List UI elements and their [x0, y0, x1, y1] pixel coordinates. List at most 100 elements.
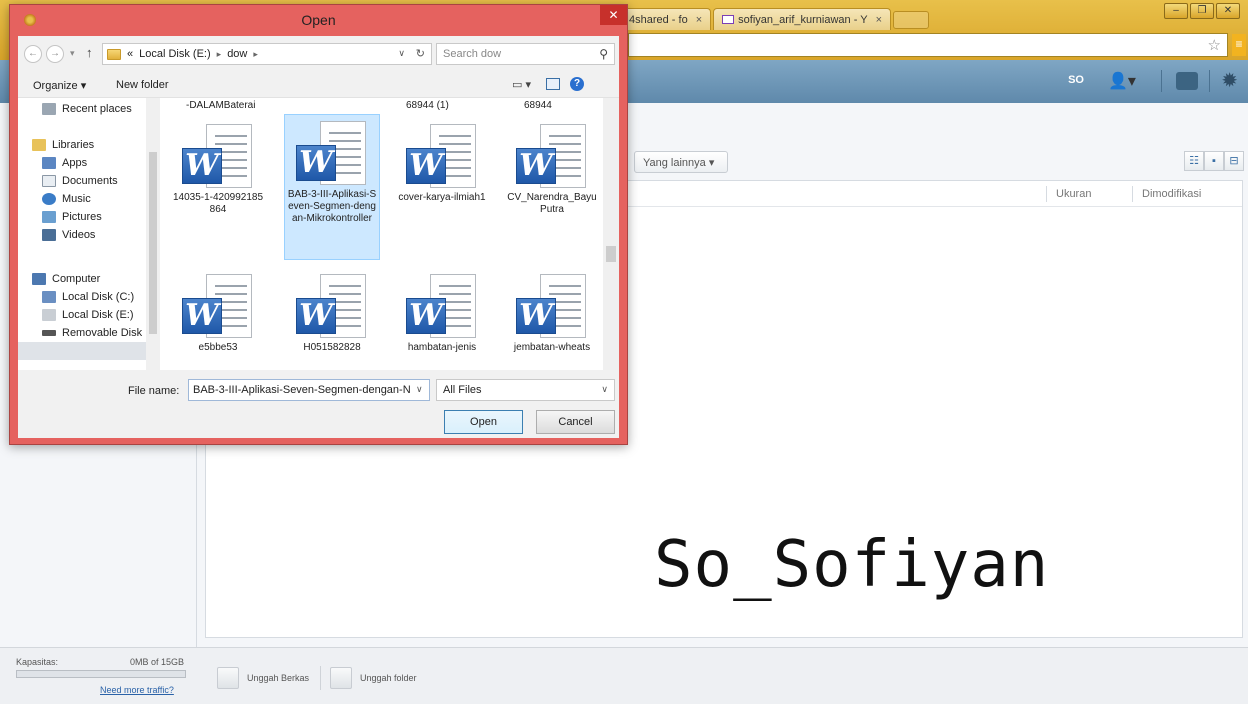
apps-icon: [42, 157, 56, 169]
tab-close-icon[interactable]: ×: [876, 14, 882, 26]
upload-file-label: Unggah Berkas: [247, 673, 310, 683]
list-view-icon[interactable]: ☷: [1184, 151, 1204, 171]
nav-libraries[interactable]: Libraries: [32, 136, 94, 154]
nav-label: Computer: [52, 273, 101, 285]
breadcrumb-local-disk-e[interactable]: Local Disk (E:): [139, 48, 211, 60]
search-icon[interactable]: ⚲: [599, 47, 608, 61]
nav-local-disk-e[interactable]: Local Disk (E:): [42, 306, 134, 324]
drive-e-icon: [42, 309, 56, 321]
file-item[interactable]: W e5bbe53: [170, 268, 266, 354]
nav-local-disk-c[interactable]: Local Disk (C:): [42, 288, 134, 306]
back-arrow-icon[interactable]: ←: [24, 45, 42, 63]
upload-folder-button[interactable]: Unggah folder: [330, 665, 417, 691]
refresh-icon[interactable]: ↻: [416, 47, 425, 60]
capacity-value: 0MB of 15GB: [129, 657, 184, 667]
breadcrumb-chevron-icon[interactable]: ▸: [217, 49, 222, 60]
tab-close-icon[interactable]: ×: [696, 14, 702, 26]
nav-apps[interactable]: Apps: [42, 154, 87, 172]
forward-arrow-icon[interactable]: →: [46, 45, 64, 63]
drive-c-icon: [42, 291, 56, 303]
file-item[interactable]: W hambatan-jenis: [394, 268, 490, 354]
capacity-bar: [16, 670, 186, 678]
up-arrow-icon[interactable]: ↑: [86, 45, 93, 60]
search-input[interactable]: Search dow ⚲: [436, 43, 615, 65]
word-document-icon: W: [404, 274, 480, 340]
recent-locations-dropdown[interactable]: ▾: [70, 48, 75, 59]
file-name: BAB-3-III-Aplikasi-Seven-Segmen-dengan-M…: [287, 189, 377, 224]
music-icon: [42, 193, 56, 205]
upload-folder-icon: [330, 667, 352, 689]
user-initials[interactable]: SO: [1068, 74, 1084, 86]
url-bar[interactable]: ☆: [628, 33, 1228, 57]
nav-videos[interactable]: Videos: [42, 226, 95, 244]
detail-view-icon[interactable]: ⊟: [1224, 151, 1244, 171]
chevron-down-icon: ∨: [601, 384, 608, 394]
file-type-select[interactable]: All Files ∨: [436, 379, 615, 401]
footer-bar: Kapasitas: 0MB of 15GB Need more traffic…: [0, 647, 1248, 704]
nav-removable-disk[interactable]: Removable Disk: [42, 324, 142, 342]
cancel-button[interactable]: Cancel: [536, 410, 615, 434]
nav-music[interactable]: Music: [42, 190, 91, 208]
bookmark-star-icon[interactable]: ☆: [1208, 36, 1221, 54]
nav-label: Apps: [62, 157, 88, 169]
browser-tab-4shared[interactable]: 4shared - fo ×: [620, 8, 712, 30]
nav-pictures[interactable]: Pictures: [42, 208, 102, 226]
new-folder-button[interactable]: New folder: [116, 79, 169, 91]
file-item[interactable]: W cover-karya-ilmiah1: [394, 118, 490, 204]
upload-file-button[interactable]: Unggah Berkas: [217, 665, 309, 691]
breadcrumb-chevron-icon[interactable]: ▸: [253, 49, 258, 60]
organize-menu[interactable]: Organize ▾: [33, 79, 86, 92]
maximize-button[interactable]: ❐: [1190, 3, 1214, 19]
more-options-button[interactable]: Yang lainnya ▾: [634, 151, 728, 173]
word-document-icon: W: [294, 274, 370, 340]
address-dropdown-icon[interactable]: ∨: [398, 48, 405, 59]
file-item[interactable]: W jembatan-wheats: [504, 268, 600, 354]
browser-tab-mail[interactable]: sofiyan_arif_kurniawan - Y ×: [713, 8, 891, 30]
navigation-pane: Recent places Libraries Apps Documents M…: [18, 98, 160, 370]
nav-computer[interactable]: Computer: [32, 270, 100, 288]
nav-recent-places[interactable]: Recent places: [42, 100, 132, 118]
search-placeholder: Search dow: [443, 48, 502, 60]
file-name: e5bbe53: [198, 342, 238, 353]
gear-icon[interactable]: ✹: [1221, 68, 1238, 93]
open-button[interactable]: Open: [444, 410, 523, 434]
files-scrollbar[interactable]: [603, 98, 619, 370]
browser-menu-icon[interactable]: ≡: [1232, 34, 1246, 56]
file-item[interactable]: W CV_Narendra_BayuPutra: [504, 118, 600, 216]
help-icon[interactable]: ?: [570, 77, 584, 91]
word-document-icon: W: [514, 274, 590, 340]
file-name-dropdown-icon[interactable]: ∨: [416, 384, 423, 395]
file-item-selected[interactable]: W BAB-3-III-Aplikasi-Seven-Segmen-dengan…: [284, 114, 380, 260]
grid-view-icon[interactable]: ▪: [1204, 151, 1224, 171]
column-modified[interactable]: Dimodifikasi: [1142, 188, 1201, 200]
header-divider: [1209, 70, 1210, 92]
browser-tabstrip: 4shared - fo × sofiyan_arif_kurniawan - …: [620, 8, 929, 30]
nav-documents[interactable]: Documents: [42, 172, 118, 190]
files-scroll-thumb[interactable]: [606, 246, 616, 262]
file-item[interactable]: W H051582828: [284, 268, 380, 354]
file-name-input[interactable]: BAB-3-III-Aplikasi-Seven-Segmen-dengan-N: [188, 379, 430, 401]
word-document-icon: W: [294, 121, 370, 187]
avatar-icon[interactable]: 👤▾: [1108, 71, 1144, 91]
computer-icon: [32, 273, 46, 285]
close-window-button[interactable]: ✕: [1216, 3, 1240, 19]
preview-pane-icon[interactable]: [546, 78, 560, 90]
nav-label: Local Disk (C:): [62, 291, 135, 303]
word-document-icon: W: [514, 124, 590, 190]
mail-icon: [722, 15, 735, 24]
nav-scroll-thumb[interactable]: [149, 152, 157, 334]
breadcrumb-prefix[interactable]: «: [127, 48, 133, 60]
new-tab-button[interactable]: [893, 11, 929, 29]
chat-icon[interactable]: [1176, 72, 1198, 90]
column-size[interactable]: Ukuran: [1056, 188, 1091, 200]
minimize-button[interactable]: –: [1164, 3, 1188, 19]
file-item[interactable]: W 14035-1-420992185864: [170, 118, 266, 216]
word-document-icon: W: [180, 274, 256, 340]
more-traffic-link[interactable]: Need more traffic?: [100, 685, 174, 695]
breadcrumb-dow[interactable]: dow: [227, 48, 247, 60]
dialog-toolbar: Organize ▾ New folder ▭ ▾ ?: [18, 72, 619, 98]
nav-label: Pictures: [62, 211, 102, 223]
change-view-icon[interactable]: ▭ ▾: [512, 78, 531, 91]
address-bar[interactable]: « Local Disk (E:) ▸ dow ▸ ∨ ↻: [102, 43, 432, 65]
dialog-close-button[interactable]: ✕: [600, 5, 627, 25]
